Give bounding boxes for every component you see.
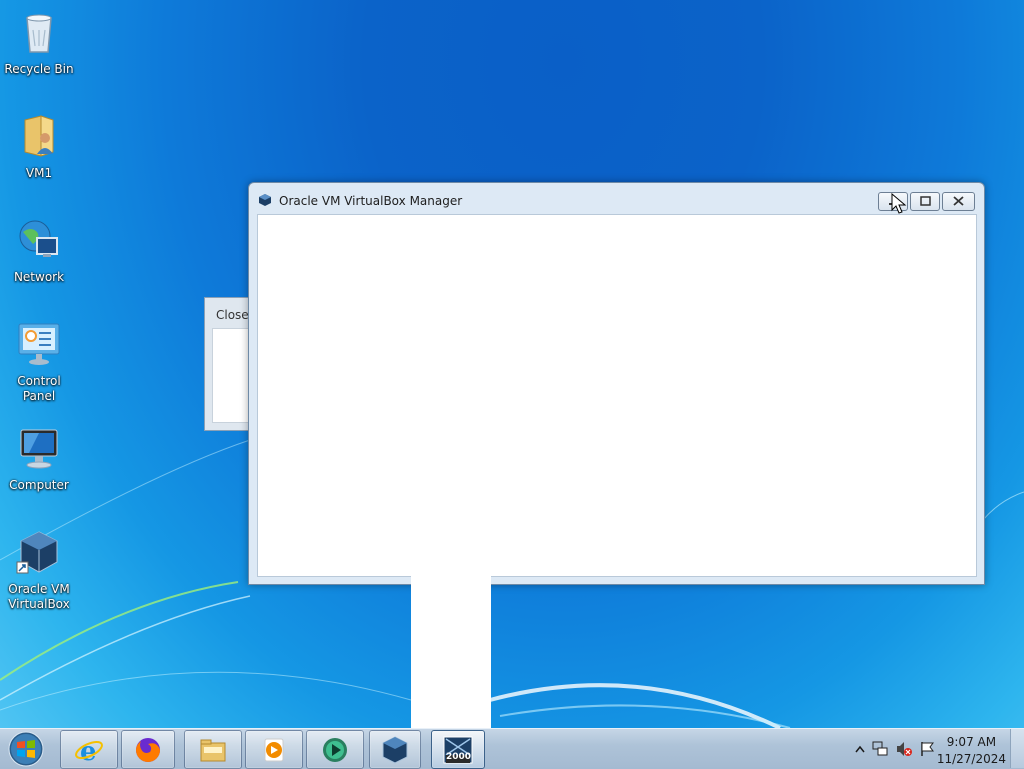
taskbar: e 2000 9:07 AM 11/27/2024 <box>0 728 1024 769</box>
volume-muted-icon[interactable] <box>895 740 913 758</box>
media-center-icon <box>323 738 347 762</box>
desktop-icon-computer[interactable]: Computer <box>0 420 78 493</box>
desktop-icon-control-panel[interactable]: Control Panel <box>0 316 78 404</box>
taskbar-file-explorer[interactable] <box>184 730 242 769</box>
desktop-icon-label: Control Panel <box>17 374 61 403</box>
taskbar-virtualbox[interactable] <box>369 730 421 769</box>
desktop-icon-virtualbox[interactable]: Oracle VM VirtualBox <box>0 524 78 612</box>
desktop-icon-vm1[interactable]: VM1 <box>0 108 78 181</box>
desktop-icon-label: Network <box>13 270 65 284</box>
tray-clock[interactable]: 9:07 AM 11/27/2024 <box>937 734 1006 768</box>
taskbar-media-player[interactable] <box>245 730 303 769</box>
system-tray: 9:07 AM 11/27/2024 <box>834 729 1024 769</box>
maximize-button[interactable] <box>910 192 940 211</box>
taskbar-internet-explorer[interactable]: e <box>60 730 118 769</box>
taskbar-media-center[interactable] <box>306 730 364 769</box>
action-center-flag-icon[interactable] <box>919 740 937 758</box>
virtualbox-icon <box>259 194 271 206</box>
desktop[interactable]: Recycle Bin VM1 Network Control Panel Co… <box>0 0 1024 728</box>
clock-time: 9:07 AM <box>946 735 997 749</box>
close-icon <box>953 196 964 206</box>
file-explorer-icon <box>200 739 226 762</box>
window-ghost-artifact <box>411 573 491 728</box>
desktop-icon-label: Computer <box>9 478 69 492</box>
user-folder-icon <box>24 115 54 157</box>
desktop-icon-label: VM1 <box>25 166 53 180</box>
media-player-icon <box>264 738 284 762</box>
virtualbox-shortcut-icon <box>16 531 58 574</box>
windows-start-orb-icon[interactable] <box>3 730 49 768</box>
network-icon <box>19 220 58 257</box>
network-status-icon[interactable] <box>871 740 889 758</box>
clock-date: 11/27/2024 <box>936 752 1006 766</box>
computer-icon <box>20 429 58 469</box>
show-desktop-button[interactable] <box>1010 729 1024 768</box>
window-titlebar[interactable]: Oracle VM VirtualBox Manager <box>249 183 984 213</box>
taskbar-firefox[interactable] <box>121 730 175 769</box>
control-panel-icon <box>18 323 60 365</box>
internet-explorer-icon: e <box>75 737 103 765</box>
vm-badge-text: 2000 <box>446 752 472 762</box>
taskbar-windows-2000-vm[interactable]: 2000 <box>431 730 485 769</box>
desktop-icon-label: Recycle Bin <box>4 62 74 76</box>
window-title: Oracle VM VirtualBox Manager <box>279 194 463 208</box>
window-content-area <box>257 214 977 577</box>
firefox-icon <box>136 738 160 762</box>
recycle-bin-icon <box>26 14 52 53</box>
close-button[interactable] <box>942 192 975 211</box>
maximize-icon <box>920 196 931 206</box>
show-hidden-icons[interactable] <box>855 745 865 753</box>
desktop-icon-label: Oracle VM VirtualBox <box>8 582 70 611</box>
mouse-cursor-icon <box>891 193 907 214</box>
background-dialog-title: Close <box>216 308 249 322</box>
virtualbox-icon <box>382 736 408 764</box>
virtualbox-manager-window[interactable]: Oracle VM VirtualBox Manager <box>248 182 985 585</box>
desktop-icon-recycle-bin[interactable]: Recycle Bin <box>0 4 78 77</box>
desktop-icon-network[interactable]: Network <box>0 212 78 285</box>
